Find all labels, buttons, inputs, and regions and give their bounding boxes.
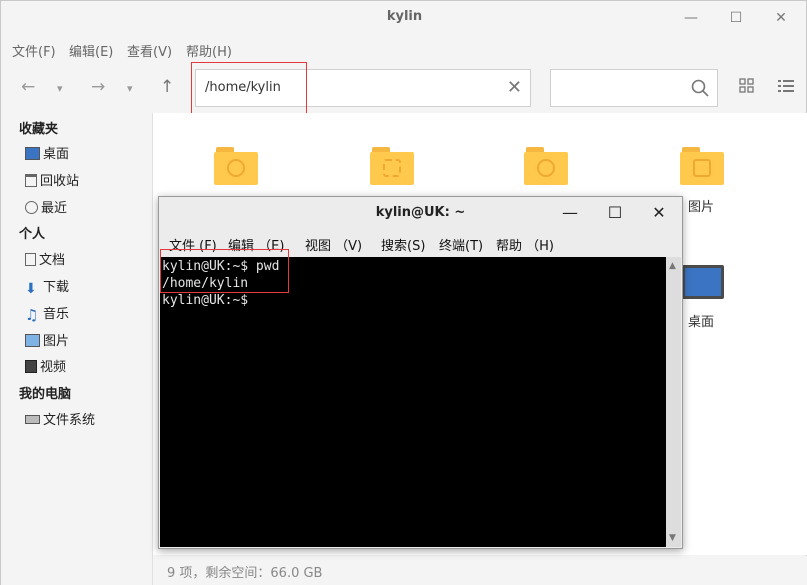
sidebar-item-filesystem[interactable]: 文件系统	[25, 409, 95, 429]
icon-view-icon[interactable]	[739, 78, 755, 94]
music-note-icon: ♫	[25, 306, 39, 324]
sidebar-heading-computer: 我的电脑	[19, 387, 72, 402]
clear-address-icon[interactable]: ✕	[507, 77, 522, 98]
menu-file[interactable]: 文件(F)	[12, 41, 56, 60]
folder-video-icon[interactable]	[524, 147, 568, 185]
download-icon: ⬇	[25, 281, 37, 297]
terminal-menu-view[interactable]: 视图 （V)	[305, 235, 362, 254]
menu-help[interactable]: 帮助(H)	[186, 41, 232, 60]
drive-icon	[25, 415, 40, 424]
forward-history-chevron-icon[interactable]: ▾	[127, 82, 133, 95]
sidebar-item-label: 回收站	[40, 174, 80, 189]
sidebar-item-pictures[interactable]: 图片	[25, 330, 69, 350]
terminal-close-button[interactable]: ✕	[648, 202, 670, 224]
menu-view[interactable]: 查看(V)	[127, 41, 172, 60]
folder-pictures-label: 图片	[688, 200, 715, 215]
up-arrow-icon[interactable]: ↑	[160, 77, 174, 97]
sidebar-item-label: 最近	[41, 201, 68, 216]
terminal-maximize-button[interactable]: ☐	[604, 202, 626, 224]
document-icon	[25, 253, 36, 266]
sidebar-item-recent[interactable]: 最近	[25, 197, 67, 217]
sidebar-item-documents[interactable]: 文档	[25, 249, 65, 269]
scroll-up-arrow-icon[interactable]: ▲	[669, 261, 676, 271]
close-button[interactable]: ✕	[770, 7, 792, 29]
terminal-minimize-button[interactable]: —	[559, 202, 581, 224]
folder-pictures-icon[interactable]	[680, 147, 724, 185]
folder-people-icon[interactable]	[214, 147, 258, 185]
video-icon	[25, 360, 37, 373]
list-view-icon[interactable]	[777, 78, 795, 94]
terminal-screen[interactable]: kylin@UK:~$ pwd /home/kylin kylin@UK:~$	[160, 257, 666, 547]
sidebar-item-label: 视频	[40, 360, 67, 375]
terminal-title-bar[interactable]: kylin@UK: ~ — ☐ ✕	[159, 197, 682, 227]
status-bar: 9 项，剩余空间：66.0 GB	[153, 556, 807, 585]
folder-template-icon[interactable]	[370, 147, 414, 185]
terminal-menu-search[interactable]: 搜索(S)	[381, 235, 425, 254]
address-highlight-box	[191, 62, 307, 116]
search-icon[interactable]	[691, 79, 709, 97]
menu-edit[interactable]: 编辑(E)	[69, 41, 113, 60]
sidebar: 收藏夹 桌面 回收站 最近 个人 文档 ⬇ 下载 ♫ 音乐 图片 视频 我的电脑 文…	[1, 113, 153, 585]
sidebar-item-downloads[interactable]: ⬇ 下载	[25, 276, 69, 296]
sidebar-item-trash[interactable]: 回收站	[25, 170, 79, 190]
scroll-down-arrow-icon[interactable]: ▼	[669, 533, 676, 543]
desktop-folder-label: 桌面	[688, 315, 715, 330]
back-history-chevron-icon[interactable]: ▾	[57, 82, 63, 95]
sidebar-item-label: 文档	[39, 253, 66, 268]
terminal-output-highlight-box	[160, 249, 289, 293]
search-input[interactable]	[550, 69, 718, 107]
title-bar[interactable]: kylin — ☐ ✕	[1, 1, 807, 35]
picture-icon	[25, 334, 40, 347]
forward-arrow-icon[interactable]: →	[91, 77, 105, 97]
maximize-button[interactable]: ☐	[725, 7, 747, 29]
minimize-button[interactable]: —	[680, 7, 702, 29]
sidebar-item-label: 下载	[43, 280, 70, 295]
terminal-line: kylin@UK:~$	[162, 293, 249, 308]
sidebar-item-videos[interactable]: 视频	[25, 356, 66, 376]
sidebar-item-music[interactable]: ♫ 音乐	[25, 303, 69, 323]
sidebar-item-desktop[interactable]: 桌面	[25, 143, 69, 163]
sidebar-heading-personal: 个人	[19, 227, 46, 242]
desktop-icon	[25, 147, 40, 160]
back-arrow-icon[interactable]: ←	[21, 77, 35, 97]
sidebar-heading-favorites: 收藏夹	[19, 122, 59, 137]
menu-bar: 文件(F) 编辑(E) 查看(V) 帮助(H)	[1, 37, 401, 61]
terminal-scrollbar[interactable]: ▲ ▼	[666, 257, 681, 547]
sidebar-item-label: 图片	[43, 334, 70, 349]
terminal-menu-help[interactable]: 帮助 （H)	[496, 235, 554, 254]
trash-icon	[25, 174, 37, 187]
sidebar-item-label: 桌面	[43, 147, 70, 162]
sidebar-item-label: 音乐	[43, 307, 70, 322]
clock-icon	[25, 201, 38, 214]
sidebar-item-label: 文件系统	[43, 413, 96, 428]
terminal-menu-terminal[interactable]: 终端(T)	[439, 235, 483, 254]
desktop-monitor-icon[interactable]	[682, 265, 724, 299]
status-text: 9 项，剩余空间：66.0 GB	[167, 566, 323, 581]
